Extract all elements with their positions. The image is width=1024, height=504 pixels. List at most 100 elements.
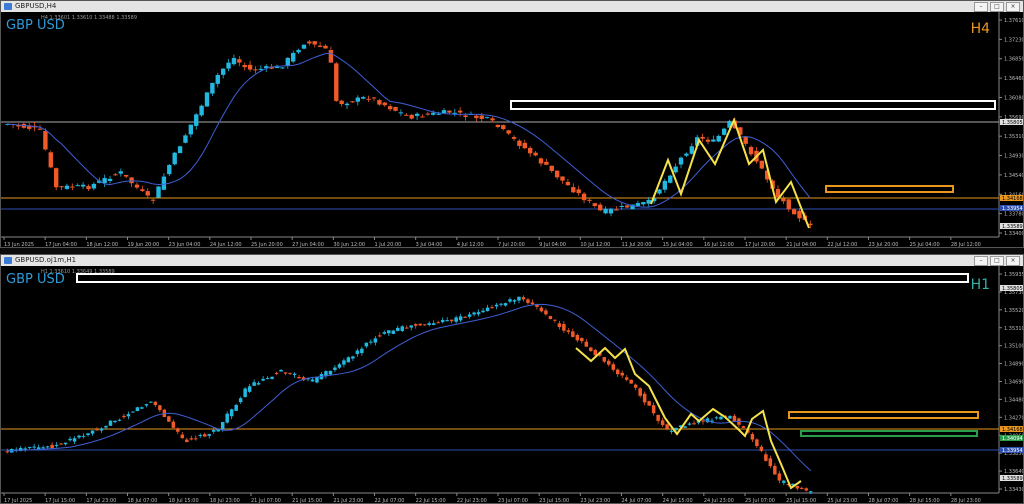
- candle-body: [274, 373, 279, 375]
- candle-body: [719, 416, 723, 420]
- candle-body: [530, 302, 535, 305]
- candle-body: [422, 324, 427, 326]
- price-axis-label: 1.33430: [1004, 487, 1024, 493]
- candle-body: [382, 332, 387, 334]
- candle-body: [226, 62, 231, 69]
- candle-body: [242, 65, 247, 68]
- candle-body: [104, 426, 108, 428]
- price-chart[interactable]: 1.376101.372301.368501.364601.360801.356…: [1, 12, 1024, 248]
- candle-body: [436, 113, 441, 115]
- candle-body: [167, 164, 172, 175]
- time-axis-label: 21 Jul 04:00: [786, 242, 816, 248]
- candle-body: [124, 174, 129, 177]
- close-button[interactable]: ×: [1006, 256, 1020, 266]
- maximize-button[interactable]: □: [990, 2, 1004, 12]
- candle-body: [638, 388, 642, 396]
- maximize-button[interactable]: □: [990, 256, 1004, 266]
- candle-body: [528, 148, 533, 154]
- minimize-button[interactable]: –: [974, 256, 988, 266]
- candle-body: [673, 166, 678, 173]
- chart-window-h1[interactable]: GBPUSD.oj1m,H1 – □ × 1.35935 1.35730 1.355…: [0, 254, 1024, 504]
- time-axis-label: 13 Jun 2025: [4, 242, 34, 248]
- candle-body: [413, 324, 418, 326]
- candle-body: [714, 417, 719, 419]
- close-button[interactable]: ×: [1006, 2, 1020, 12]
- chart-window-h4[interactable]: GBPUSD,H4 – □ × 1.37610 1.37230 1.36850 1.3…: [0, 0, 1024, 248]
- candle-body: [454, 317, 458, 322]
- candle-body: [285, 57, 290, 66]
- candle-body: [463, 115, 468, 118]
- candle-body: [310, 379, 315, 382]
- candle-body: [312, 41, 317, 45]
- time-axis-label: 27 Jun 04:00: [292, 242, 324, 248]
- candle-body: [503, 303, 508, 306]
- candle-body: [562, 324, 566, 331]
- candle-body: [721, 128, 727, 135]
- candle-body: [371, 97, 377, 99]
- candle-body: [463, 316, 467, 318]
- candle-body: [521, 297, 526, 300]
- candle-body: [307, 41, 312, 44]
- candle-body: [404, 114, 409, 116]
- candle-body: [809, 491, 813, 493]
- time-axis-label: 24 Jul 15:00: [663, 498, 693, 504]
- candle-body: [642, 393, 647, 403]
- candle-body: [172, 152, 177, 165]
- candle-body: [150, 199, 156, 201]
- candle-body: [334, 63, 339, 101]
- candle-body: [629, 379, 633, 384]
- candle-body: [420, 116, 425, 118]
- price-axis-label: 1.34540: [1004, 173, 1024, 179]
- candle-body: [467, 314, 472, 317]
- candle-body: [391, 330, 396, 334]
- candle-body: [382, 102, 387, 106]
- minimize-button[interactable]: –: [974, 2, 988, 12]
- time-axis-label: 15 Jul 04:00: [663, 242, 693, 248]
- candle-body: [647, 401, 651, 406]
- candle-body: [296, 49, 301, 53]
- candle-body: [118, 171, 124, 174]
- candle-body: [575, 334, 580, 341]
- candle-body: [68, 438, 72, 441]
- time-axis-label: 28 Jul 07:00: [869, 498, 899, 504]
- candle-body: [64, 185, 70, 189]
- candle-body: [194, 438, 198, 440]
- price-axis-label: 1.33780: [1004, 212, 1024, 218]
- chart-window-icon: [4, 3, 12, 10]
- price-marker-label: 1.33954: [1002, 206, 1023, 212]
- candle-body: [538, 158, 544, 164]
- time-axis-label: 28 Jul 15:00: [910, 498, 940, 504]
- time-axis-label: 18 Jun 12:00: [86, 242, 118, 248]
- candle-body: [243, 388, 247, 398]
- candle-body: [59, 186, 64, 188]
- candle-body: [544, 161, 549, 165]
- time-axis-label: 17 Jul 15:00: [45, 498, 75, 504]
- candle-body: [526, 299, 530, 303]
- candle-body: [167, 416, 171, 422]
- time-axis-label: 18 Jul 07:00: [128, 498, 158, 504]
- time-axis-label: 21 Jul 15:00: [292, 498, 322, 504]
- candle-body: [782, 480, 786, 483]
- candle-body: [95, 429, 99, 431]
- candle-body: [220, 68, 226, 75]
- candle-body: [144, 404, 149, 406]
- candle-body: [129, 177, 134, 184]
- price-chart[interactable]: 1.359351.357301.355201.353101.351001.348…: [1, 266, 1024, 504]
- candle-body: [107, 178, 113, 181]
- candle-body: [449, 319, 454, 322]
- candle-body: [571, 187, 576, 193]
- candle-body: [759, 160, 765, 169]
- candle-body: [63, 442, 68, 445]
- candle-body: [393, 107, 398, 111]
- price-axis-label: 1.34270: [1004, 415, 1024, 421]
- price-axis-label: 1.34890: [1004, 362, 1024, 368]
- candle-body: [764, 454, 768, 461]
- candle-body: [265, 378, 270, 380]
- candle-body: [748, 146, 754, 155]
- candle-body: [328, 370, 333, 375]
- time-axis-label: 23 Jul 23:00: [580, 498, 610, 504]
- candle-body: [795, 485, 800, 489]
- candle-body: [678, 157, 684, 165]
- candle-body: [511, 137, 517, 139]
- candle-body: [441, 110, 447, 114]
